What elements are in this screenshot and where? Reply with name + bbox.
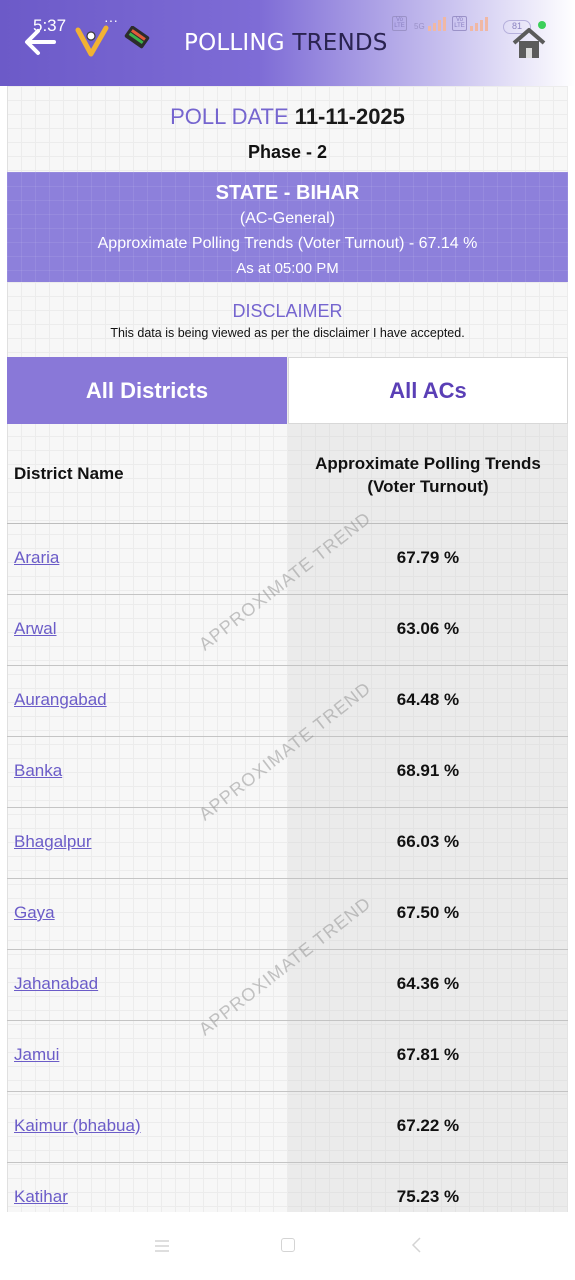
district-link[interactable]: Jahanabad xyxy=(14,974,98,994)
page-title-part2: TRENDS xyxy=(292,30,388,56)
table-row: Aurangabad 64.48 % xyxy=(7,666,568,737)
poll-date-value: 11-11-2025 xyxy=(294,104,405,129)
content-area: POLL DATE 11-11-2025 Phase - 2 STATE - B… xyxy=(7,86,568,1212)
back-arrow-icon[interactable] xyxy=(20,22,60,62)
district-link[interactable]: Kaimur (bhabua) xyxy=(14,1116,141,1136)
system-nav-bar xyxy=(0,1212,575,1280)
signal-strength-icon-2 xyxy=(470,16,488,31)
turnout-value: 67.81 % xyxy=(396,1045,460,1064)
district-link[interactable]: Katihar xyxy=(14,1187,68,1207)
signal-strength-icon xyxy=(427,16,446,31)
turnout-value: 68.91 % xyxy=(396,761,460,780)
state-as-at-time: As at 05:00 PM xyxy=(236,260,339,277)
table-row: Arwal 63.06 % xyxy=(7,595,568,666)
tab-all-acs[interactable]: All ACs xyxy=(288,357,568,424)
page-title: POLLING TRENDS xyxy=(184,30,388,56)
polling-trends-screen: 5:37 ··· POLLING TRENDS Vo LTE 5G Vo LTE… xyxy=(0,0,575,1280)
turnout-value: 64.36 % xyxy=(396,974,460,993)
state-title: STATE - BIHAR xyxy=(215,182,360,204)
table-row: Bhagalpur 66.03 % xyxy=(7,808,568,879)
column-header-district: District Name xyxy=(14,464,124,483)
home-icon[interactable] xyxy=(510,26,548,60)
district-link[interactable]: Aurangabad xyxy=(14,690,107,710)
table-row: Jamui 67.81 % xyxy=(7,1021,568,1092)
district-link[interactable]: Bhagalpur xyxy=(14,832,92,852)
district-link[interactable]: Banka xyxy=(14,761,62,781)
column-header-trend-line2: (Voter Turnout) xyxy=(367,477,489,496)
disclaimer-text: This data is being viewed as per the dis… xyxy=(110,326,465,340)
app-bar: 5:37 ··· POLLING TRENDS Vo LTE 5G Vo LTE… xyxy=(0,0,575,86)
volte-tag-1: Vo LTE xyxy=(392,16,407,31)
turnout-value: 66.03 % xyxy=(396,832,460,851)
turnout-value: 75.23 % xyxy=(396,1187,460,1206)
nav-back-icon[interactable] xyxy=(410,1236,422,1254)
signal-group-1: Vo LTE xyxy=(392,16,407,31)
state-summary-box: STATE - BIHAR (AC-General) Approximate P… xyxy=(7,172,568,282)
nav-home-icon[interactable] xyxy=(281,1238,295,1252)
table-row: Katihar 75.23 % xyxy=(7,1163,568,1212)
recent-apps-icon[interactable] xyxy=(154,1240,170,1252)
volte-tag-2: Vo LTE xyxy=(452,16,467,31)
state-trend: Approximate Polling Trends (Voter Turnou… xyxy=(97,235,478,252)
turnout-value: 67.22 % xyxy=(396,1116,460,1135)
phase-label: Phase - 2 xyxy=(247,142,328,162)
district-link[interactable]: Jamui xyxy=(14,1045,59,1065)
voter-app-logo-icon xyxy=(75,25,109,57)
poll-date-label: POLL DATE xyxy=(170,104,289,129)
poll-date: POLL DATE 11-11-2025 xyxy=(7,104,568,130)
network-5g-label: 5G xyxy=(414,22,425,31)
signal-group-2: 5G xyxy=(414,16,446,31)
evm-logo-icon xyxy=(124,26,150,49)
column-header-trend: Approximate Polling Trends (Voter Turnou… xyxy=(288,452,568,498)
district-link[interactable]: Arwal xyxy=(14,619,57,639)
signal-group-3: Vo LTE xyxy=(452,16,488,31)
column-header-trend-line1: Approximate Polling Trends xyxy=(315,454,541,473)
turnout-value: 63.06 % xyxy=(396,619,460,638)
district-link[interactable]: Araria xyxy=(14,548,59,568)
district-link[interactable]: Gaya xyxy=(14,903,55,923)
page-title-part1: POLLING xyxy=(184,30,293,56)
tab-all-districts[interactable]: All Districts xyxy=(7,357,287,424)
disclaimer-title[interactable]: DISCLAIMER xyxy=(7,301,568,322)
state-ac-type: (AC-General) xyxy=(239,210,336,227)
table-row: Kaimur (bhabua) 67.22 % xyxy=(7,1092,568,1163)
table-row: Gaya 67.50 % xyxy=(7,879,568,950)
